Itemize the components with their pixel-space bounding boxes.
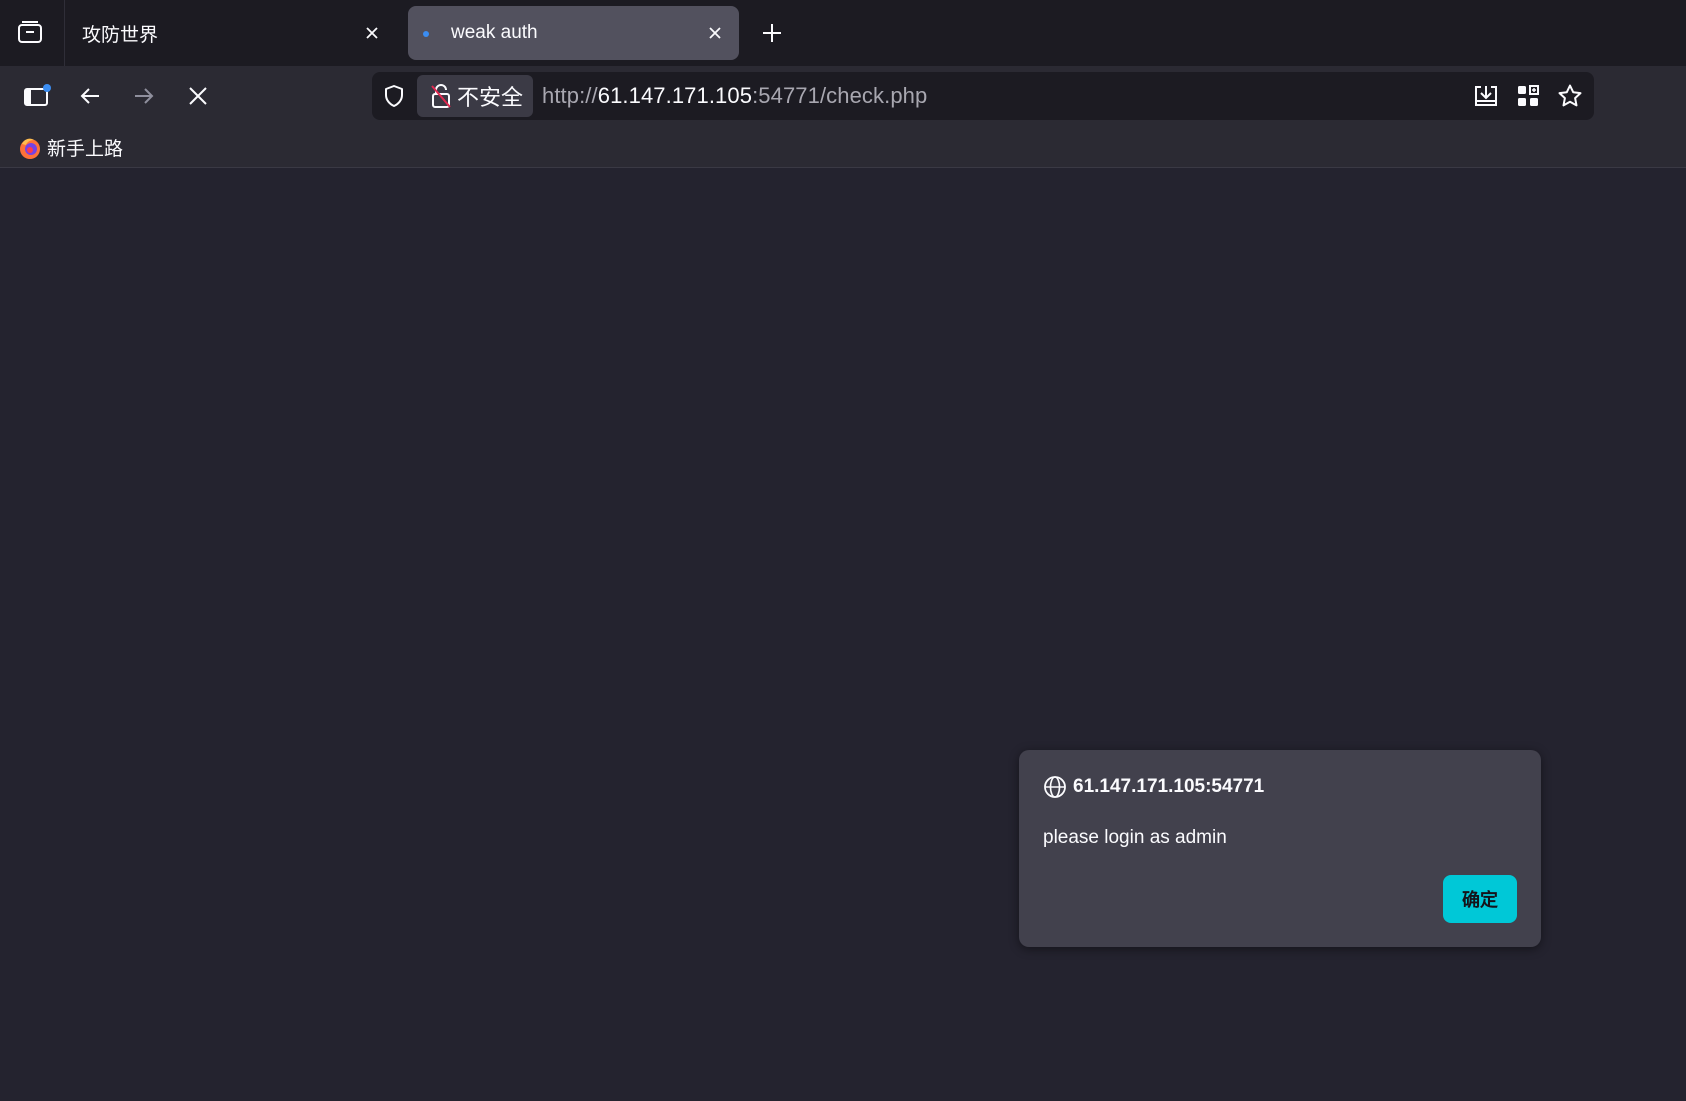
- extensions-grid-icon: [1518, 85, 1539, 106]
- alert-dialog: 61.147.171.105:54771 please login as adm…: [1019, 750, 1541, 947]
- loading-dot-icon: [423, 31, 429, 37]
- tab-manager-icon: [18, 21, 42, 43]
- bookmark-star-icon: [1558, 84, 1582, 107]
- dialog-origin: 61.147.171.105:54771: [1073, 776, 1265, 797]
- forward-icon: [135, 88, 154, 104]
- bookmark-label: 新手上路: [47, 139, 124, 160]
- tab-title: weak auth: [451, 22, 538, 43]
- forward-button[interactable]: [126, 78, 162, 114]
- url-host: 61.147.171.105: [597, 83, 753, 108]
- back-icon: [80, 88, 99, 104]
- insecure-label: 不安全: [457, 85, 524, 110]
- navigation-toolbar: 不安全 http://61.147.171.105:54771/check.ph…: [0, 66, 1686, 126]
- back-button[interactable]: [72, 78, 108, 114]
- insecure-lock-icon: [431, 84, 451, 108]
- extensions-button[interactable]: [1514, 82, 1542, 110]
- shield-icon[interactable]: [382, 84, 406, 108]
- ok-button[interactable]: 确定: [1443, 875, 1517, 923]
- save-to-pocket-icon: [1475, 86, 1497, 106]
- address-bar[interactable]: 不安全 http://61.147.171.105:54771/check.ph…: [372, 72, 1594, 120]
- close-icon: [366, 27, 378, 39]
- url-path: :54771/check.php: [752, 83, 928, 108]
- tab-weak-auth[interactable]: weak auth: [408, 6, 739, 60]
- url-text[interactable]: http://61.147.171.105:54771/check.php: [542, 83, 927, 109]
- dialog-header: 61.147.171.105:54771: [1043, 775, 1264, 799]
- dialog-message: please login as admin: [1043, 827, 1227, 848]
- tab-close-button[interactable]: [360, 21, 384, 45]
- bookmark-getting-started[interactable]: 新手上路: [18, 134, 123, 161]
- bookmarks-toolbar: 新手上路: [0, 126, 1686, 168]
- tab-separator: [64, 0, 65, 66]
- stop-button[interactable]: [180, 78, 216, 114]
- sidebar-button[interactable]: [18, 78, 54, 114]
- url-scheme: http://: [542, 83, 598, 108]
- new-tab-button[interactable]: [757, 18, 787, 48]
- globe-icon: [1044, 776, 1066, 798]
- new-tab-icon: [763, 24, 781, 42]
- tab-strip: 攻防世界 weak auth: [0, 0, 1686, 66]
- tab-manager-button[interactable]: [8, 10, 52, 54]
- tab-gongfang-shijie[interactable]: 攻防世界: [66, 6, 396, 60]
- tab-close-button[interactable]: [703, 21, 727, 45]
- tab-title: 攻防世界: [82, 24, 159, 46]
- save-to-pocket-button[interactable]: [1472, 82, 1500, 110]
- stop-icon: [189, 87, 207, 105]
- bookmark-page-button[interactable]: [1556, 82, 1584, 110]
- connection-insecure-badge[interactable]: 不安全: [417, 75, 533, 117]
- firefox-icon: [20, 138, 40, 159]
- sidebar-icon: [24, 84, 51, 106]
- close-icon: [709, 27, 721, 39]
